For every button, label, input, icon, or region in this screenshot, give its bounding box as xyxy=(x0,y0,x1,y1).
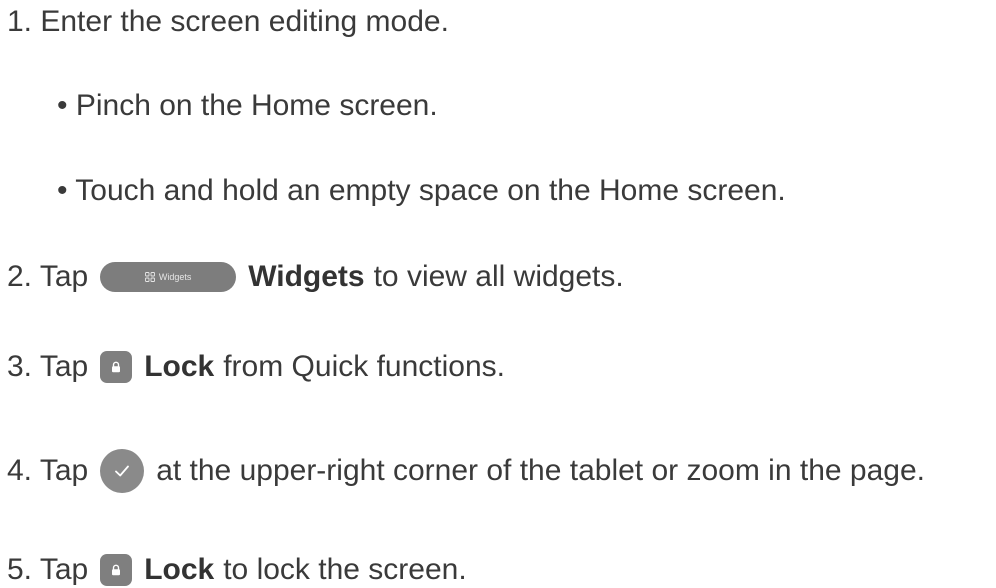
step-4-suffix: at the upper-right corner of the tablet … xyxy=(156,454,925,487)
step-3: 3. Tap Lock from Quick functions. xyxy=(7,349,505,385)
step-5-suffix: to lock the screen. xyxy=(223,553,467,586)
step-3-bold: Lock xyxy=(144,350,215,383)
step-2-suffix: to view all widgets. xyxy=(373,260,624,293)
step-3-prefix: 3. Tap xyxy=(7,350,89,383)
widgets-button[interactable]: Widgets xyxy=(100,262,237,292)
step-1-text: 1. Enter the screen editing mode. xyxy=(7,5,449,38)
step-2: 2. Tap Widgets Widgets to view all widge… xyxy=(7,259,624,295)
step-1-option-pinch-text: • Pinch on the Home screen. xyxy=(57,89,438,122)
checkmark-icon xyxy=(115,465,130,477)
lock-button[interactable] xyxy=(100,351,133,383)
step-3-suffix: from Quick functions. xyxy=(223,350,505,383)
step-1-option-touch-hold-text: • Touch and hold an empty space on the H… xyxy=(57,174,786,207)
step-4: 4. Tap at the upper-right corner of the … xyxy=(7,449,925,493)
step-5-prefix: 5. Tap xyxy=(7,553,89,586)
step-5-bold: Lock xyxy=(144,553,215,586)
step-2-bold: Widgets xyxy=(248,260,365,293)
widgets-button-label: Widgets xyxy=(158,272,192,282)
grid-icon xyxy=(144,272,155,282)
lock-button[interactable] xyxy=(100,554,133,586)
step-2-prefix: 2. Tap xyxy=(7,260,89,293)
confirm-button[interactable] xyxy=(100,449,145,493)
step-1-option-pinch: • Pinch on the Home screen. xyxy=(57,88,438,124)
lock-icon xyxy=(112,564,121,576)
step-4-prefix: 4. Tap xyxy=(7,454,89,487)
step-1-option-touch-hold: • Touch and hold an empty space on the H… xyxy=(57,173,786,209)
lock-icon xyxy=(112,361,121,373)
step-5: 5. Tap Lock to lock the screen. xyxy=(7,552,467,588)
step-1: 1. Enter the screen editing mode. xyxy=(7,4,449,40)
